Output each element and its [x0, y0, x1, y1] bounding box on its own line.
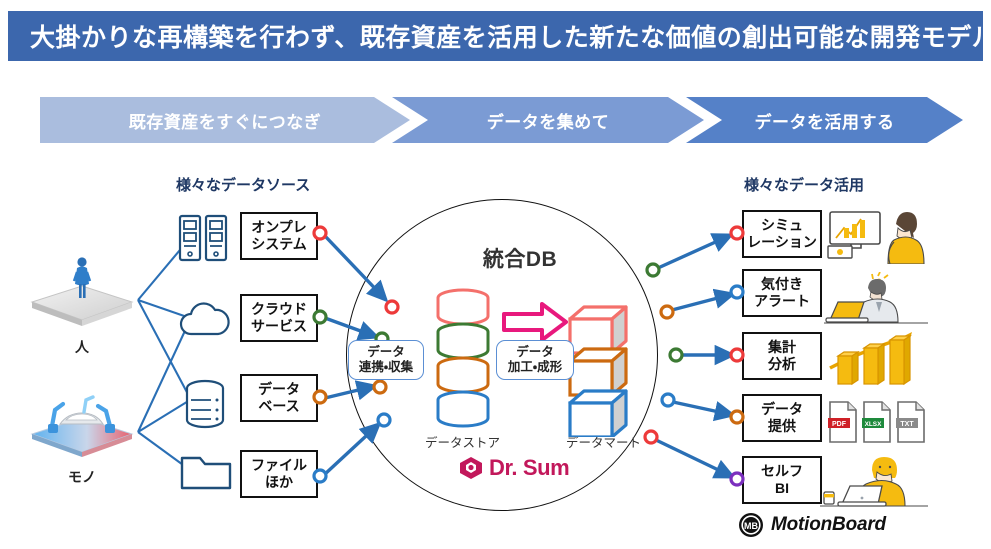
- bar-chart-growth-icon: [829, 332, 912, 386]
- usage-box-simulation[interactable]: シミュ レーション: [742, 210, 822, 258]
- data-collect-line1: データ: [367, 345, 405, 359]
- source-box-file-line1: ファイル: [251, 457, 307, 474]
- actor-person: 人: [22, 252, 142, 357]
- file-badge-pdf: PDF: [832, 421, 847, 428]
- actor-thing-label: モノ: [68, 469, 96, 485]
- file-formats-icon: PDF XLSX TXT: [828, 401, 925, 443]
- woman-laptop-icon: [820, 457, 928, 507]
- data-transform-line2: 加工・成形: [507, 360, 563, 374]
- source-box-file-line2: ほか: [265, 474, 293, 490]
- dr-sum-logo-text: Dr. Sum: [489, 455, 570, 480]
- source-box-cloud-line1: クラウド: [251, 301, 307, 318]
- usage-box-self-bi-line2: BI: [775, 480, 789, 496]
- usage-box-self-bi[interactable]: セルフ BI: [742, 456, 822, 504]
- source-box-onpre[interactable]: オンプレ システム: [240, 212, 318, 260]
- dr-sum-logo: Dr. Sum: [458, 455, 570, 481]
- data-collect-label: データ 連携・収集: [348, 340, 424, 380]
- usage-box-data-provision-line2: 提供: [768, 418, 796, 434]
- usage-box-analysis-line1: 集計: [768, 339, 796, 356]
- data-store-label: データストア: [425, 436, 501, 450]
- database-icon: [185, 379, 225, 429]
- data-transform-line1: データ: [516, 345, 554, 359]
- cloud-icon: [179, 302, 230, 336]
- data-store-cylinders: [434, 288, 492, 428]
- step-chevron-1-label: 既存資産をすぐにつなぎ: [128, 112, 322, 132]
- step-chevron-3-label: データを活用する: [754, 112, 895, 132]
- usage-box-analysis[interactable]: 集計 分析: [742, 332, 822, 380]
- source-box-onpre-line1: オンプレ: [251, 219, 307, 236]
- step-chevron-1: 既存資産をすぐにつなぎ: [40, 97, 410, 143]
- factory-robot-platform-icon: [30, 395, 134, 457]
- source-box-cloud[interactable]: クラウド サービス: [240, 294, 318, 342]
- usage-box-alert-line2: アラート: [754, 293, 810, 309]
- data-collect-line2: 連携・収集: [358, 360, 414, 374]
- file-badge-txt: TXT: [900, 421, 914, 428]
- folder-icon: [180, 456, 232, 490]
- source-box-cloud-line2: サービス: [251, 318, 307, 334]
- person-laptop-alert-icon: [824, 272, 928, 324]
- step-chevron-3: データを活用する: [686, 97, 963, 143]
- usage-box-simulation-line1: シミュ: [761, 217, 803, 234]
- source-box-file[interactable]: ファイル ほか: [240, 450, 318, 498]
- usage-box-data-provision[interactable]: データ 提供: [742, 394, 822, 442]
- source-box-database[interactable]: データ ベース: [240, 374, 318, 422]
- usage-box-alert-line1: 気付き: [761, 276, 803, 293]
- usage-box-analysis-line2: 分析: [768, 356, 796, 372]
- motionboard-logo-text: MotionBoard: [771, 514, 886, 535]
- usage-heading: 様々なデータ活用: [744, 177, 865, 194]
- usage-box-alert[interactable]: 気付き アラート: [742, 269, 822, 317]
- step-chevron-2-label: データを集めて: [486, 112, 610, 132]
- title-banner: 大掛かりな再構築を行わず、既存資産を活用した新たな価値の創出可能な開発モデル: [8, 11, 991, 61]
- usage-box-data-provision-line1: データ: [761, 401, 803, 418]
- motionboard-badge-icon: MB: [739, 513, 763, 537]
- sources-heading: 様々なデータソース: [176, 177, 311, 194]
- source-box-database-line1: データ: [258, 381, 300, 398]
- usage-box-self-bi-line1: セルフ: [761, 463, 803, 480]
- integrated-db-title: 統合DB: [482, 248, 558, 271]
- usage-box-simulation-line2: レーション: [747, 234, 817, 250]
- motionboard-badge-text: MB: [744, 521, 758, 531]
- person-monitor-chart-icon: [827, 211, 925, 264]
- source-box-onpre-line2: システム: [251, 236, 307, 252]
- motionboard-logo: MB MotionBoard: [738, 512, 886, 538]
- page-title: 大掛かりな再構築を行わず、既存資産を活用した新たな価値の創出可能な開発モデル: [30, 24, 991, 52]
- file-badge-xlsx: XLSX: [865, 421, 882, 428]
- step-chevron-2: データを集めて: [392, 97, 704, 143]
- data-mart-cubes: [566, 303, 644, 439]
- diagram-canvas: 大掛かりな再構築を行わず、既存資産を活用した新たな価値の創出可能な開発モデル 既…: [0, 0, 991, 549]
- data-transform-label: データ 加工・成形: [496, 340, 574, 380]
- actor-person-label: 人: [75, 339, 89, 355]
- server-icon: [178, 214, 228, 262]
- businessman-platform-icon: [30, 257, 134, 326]
- actor-thing: モノ: [22, 382, 142, 487]
- dr-sum-cube-icon: [460, 457, 482, 479]
- source-box-database-line2: ベース: [258, 398, 300, 414]
